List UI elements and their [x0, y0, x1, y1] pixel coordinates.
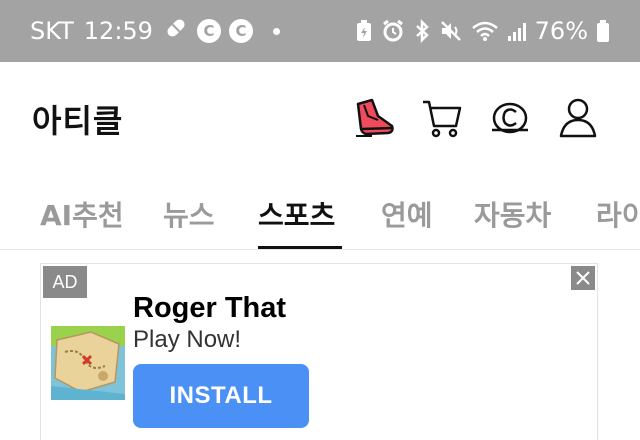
tab-news[interactable]: 뉴스: [163, 194, 215, 234]
more-notifications-dot: [272, 27, 280, 35]
bluetooth-icon: [413, 19, 431, 43]
carrier-label: SKT: [30, 17, 74, 45]
install-button[interactable]: INSTALL: [133, 364, 309, 428]
pill-icon: [163, 15, 189, 47]
alarm-icon: [381, 19, 405, 43]
close-icon[interactable]: [571, 266, 595, 290]
tab-sports[interactable]: 스포츠: [258, 194, 335, 234]
sneaker-icon[interactable]: [352, 96, 396, 140]
status-right: 76%: [355, 17, 610, 45]
signal-icon: [507, 19, 527, 43]
ad-game-thumbnail[interactable]: [51, 326, 125, 400]
active-tab-indicator: [258, 246, 342, 249]
cart-icon[interactable]: [420, 96, 464, 140]
ad-subtitle: Play Now!: [133, 326, 242, 353]
profile-icon[interactable]: [556, 96, 600, 140]
battery-icon: [596, 19, 610, 43]
copyright-coin-icon[interactable]: [488, 96, 532, 140]
ad-title: Roger That: [133, 292, 287, 324]
wifi-icon: [471, 19, 499, 43]
app-title: 아티클: [32, 102, 124, 140]
tab-cars[interactable]: 자동차: [474, 194, 551, 234]
notification-badge: C: [196, 19, 221, 43]
status-bar: SKT 12:59 C C 76%: [0, 0, 640, 62]
mute-icon: [439, 19, 463, 43]
ad-badge: AD: [43, 266, 87, 298]
ad-banner[interactable]: AD Roger That Play Now! INSTALL: [40, 263, 598, 440]
notification-badge: C: [228, 19, 253, 43]
status-left: SKT 12:59 C C: [30, 15, 280, 47]
app-header: 아티클: [0, 62, 640, 172]
battery-saver-icon: [355, 19, 373, 43]
category-tabs: AI추천 뉴스 스포츠 연예 자동차 라이: [0, 172, 640, 250]
tab-entertainment[interactable]: 연예: [381, 194, 433, 234]
tab-ai-recommend[interactable]: AI추천: [40, 194, 124, 234]
battery-percent: 76%: [534, 17, 588, 45]
clock: 12:59: [83, 17, 153, 45]
tab-life[interactable]: 라이: [596, 194, 640, 234]
